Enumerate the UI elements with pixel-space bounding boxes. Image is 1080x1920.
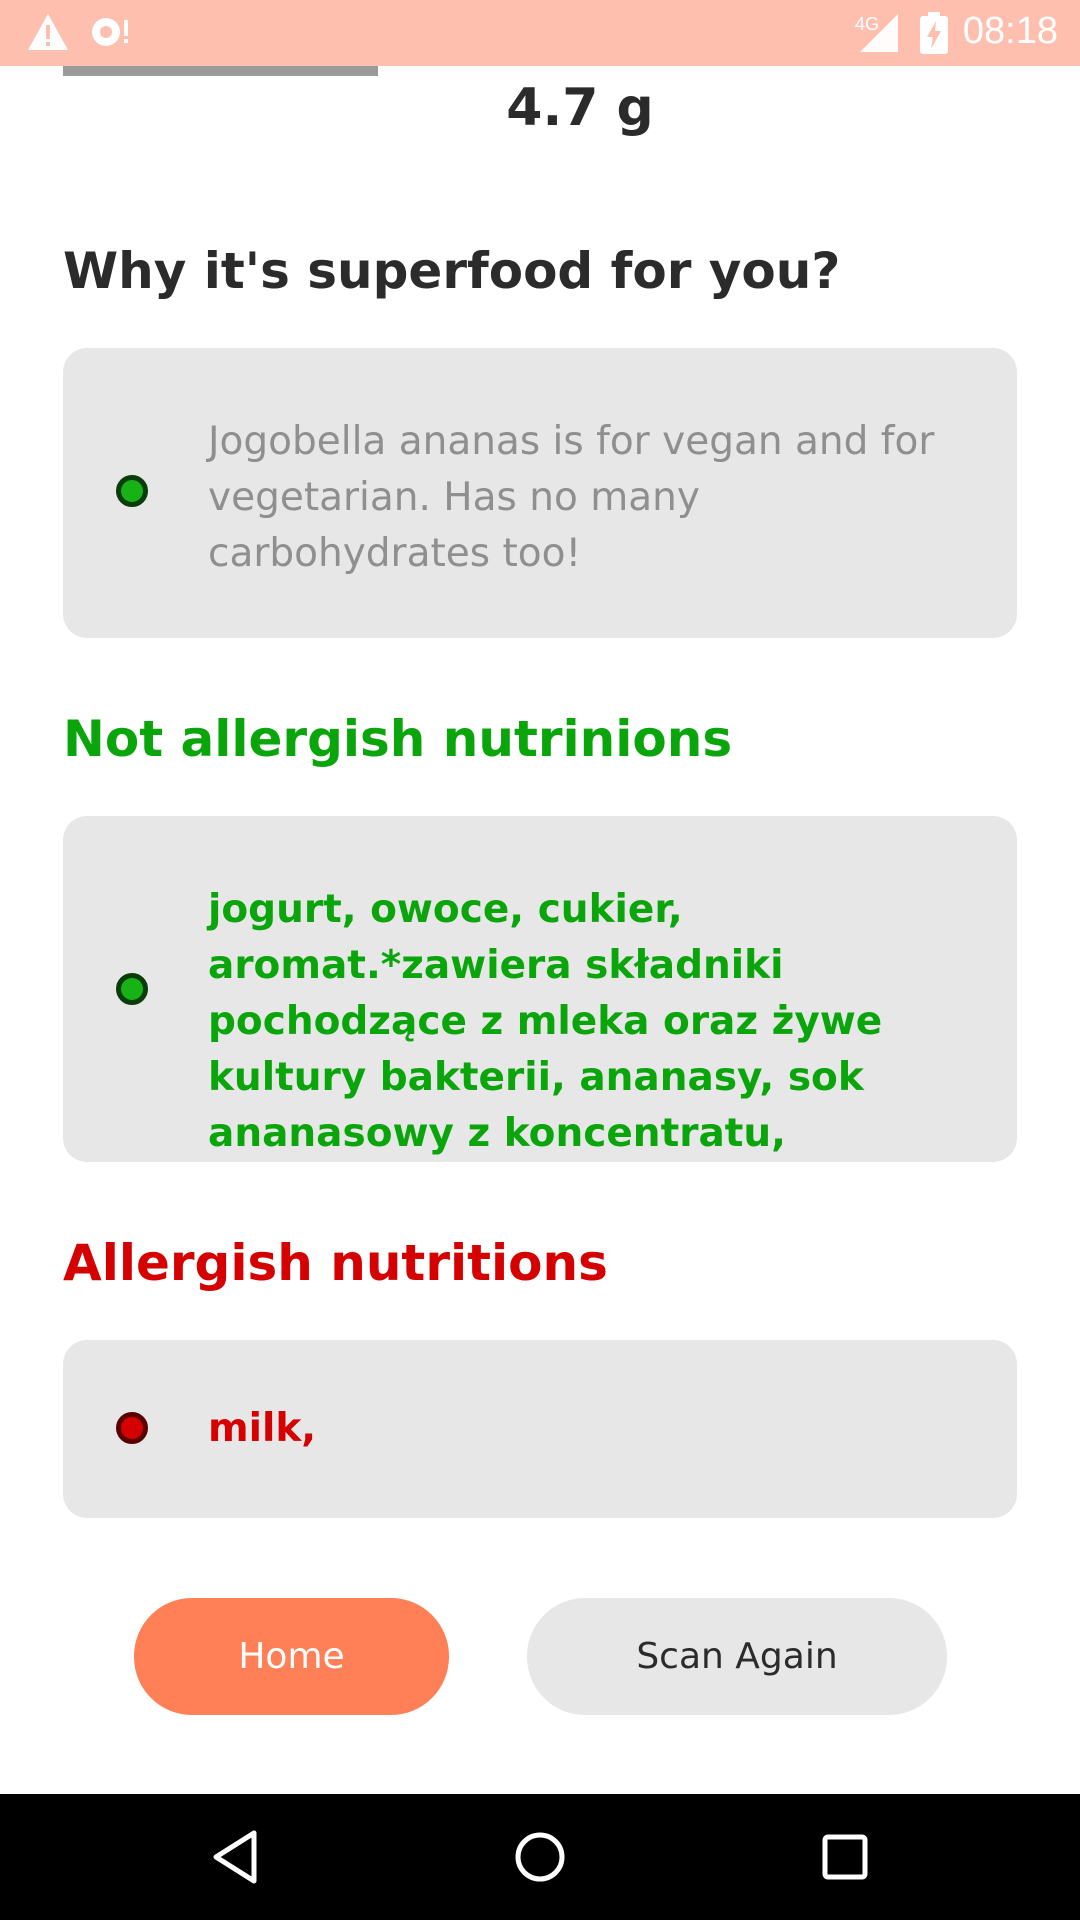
- product-details: 4.7 g Why it's superfood for you? Jogobe…: [0, 66, 1080, 1794]
- not-allergens-text: jogurt, owoce, cukier, aromat.*zawiera s…: [208, 887, 883, 1156]
- superfood-card: Jogobella ananas is for vegan and for ve…: [63, 348, 1017, 638]
- green-dot-icon: [116, 475, 148, 507]
- sync-alert-icon: [92, 18, 128, 46]
- recents-icon[interactable]: [815, 1827, 875, 1887]
- warning-icon: [28, 14, 68, 50]
- product-image-edge: [63, 66, 378, 76]
- superfood-text: Jogobella ananas is for vegan and for ve…: [208, 419, 935, 576]
- navigation-bar: [0, 1794, 1080, 1920]
- status-bar: 4G 08:18: [0, 0, 1080, 66]
- back-icon[interactable]: [206, 1827, 266, 1887]
- scan-again-button[interactable]: Scan Again: [527, 1598, 947, 1715]
- signal-icon: [860, 14, 898, 52]
- home-circle-icon[interactable]: [510, 1827, 570, 1887]
- red-dot-icon: [116, 1412, 148, 1444]
- allergens-text: milk,: [208, 1406, 317, 1451]
- not-allergens-card: jogurt, owoce, cukier, aromat.*zawiera s…: [63, 816, 1017, 1162]
- home-button[interactable]: Home: [134, 1598, 449, 1715]
- nutrition-value: 4.7 g: [506, 78, 654, 138]
- battery-charging-icon: [920, 12, 948, 54]
- allergens-card: milk,: [63, 1340, 1017, 1518]
- superfood-title: Why it's superfood for you?: [63, 242, 841, 300]
- green-dot-icon: [116, 973, 148, 1005]
- not-allergens-title: Not allergish nutrinions: [63, 710, 733, 768]
- allergens-title: Allergish nutritions: [63, 1234, 608, 1292]
- clock: 08:18: [962, 10, 1058, 52]
